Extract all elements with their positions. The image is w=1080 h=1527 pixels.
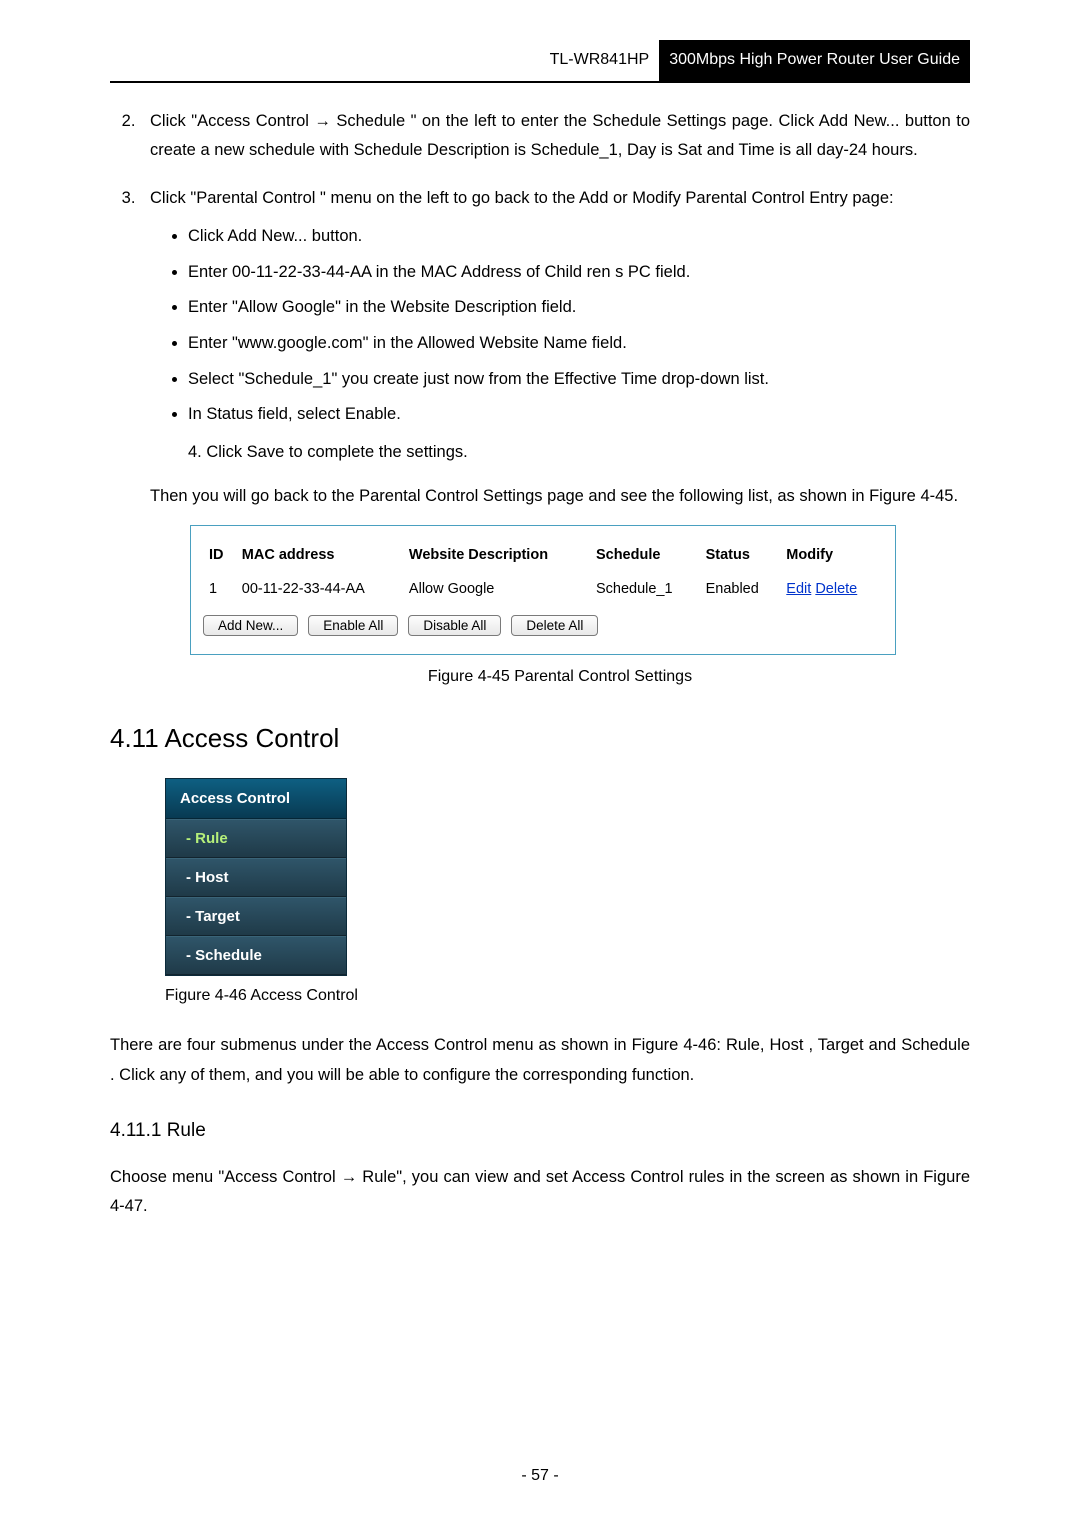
figure-46-caption: Figure 4-46 Access Control	[165, 982, 970, 1011]
bullet-3: Enter "Allow Google" in the Website Desc…	[188, 293, 970, 323]
bullet-5: Select "Schedule_1" you create just now …	[188, 365, 970, 395]
step-3-text: Click "Parental Control " menu on the le…	[150, 189, 894, 207]
table-buttons: Add New... Enable All Disable All Delete…	[203, 615, 883, 636]
subsection-heading: 4.11.1 Rule	[110, 1114, 970, 1148]
access-control-menu: Access Control - Rule - Host - Target - …	[165, 778, 347, 976]
disable-all-button[interactable]: Disable All	[408, 615, 501, 636]
menu-item-target[interactable]: - Target	[166, 897, 346, 936]
parental-control-table: ID MAC address Website Description Sched…	[190, 525, 896, 654]
step-3: Click "Parental Control " menu on the le…	[140, 184, 970, 691]
menu-header: Access Control	[166, 779, 346, 819]
delete-all-button[interactable]: Delete All	[511, 615, 598, 636]
rules-table: ID MAC address Website Description Sched…	[203, 538, 883, 606]
col-id: ID	[203, 538, 236, 572]
bullet-6: In Status field, select Enable.	[188, 400, 970, 430]
cell-id: 1	[203, 572, 236, 606]
add-new-button[interactable]: Add New...	[203, 615, 298, 636]
col-desc: Website Description	[403, 538, 590, 572]
cell-schedule: Schedule_1	[590, 572, 700, 606]
menu-item-host[interactable]: - Host	[166, 858, 346, 897]
step-3-bullets: Click Add New... button. Enter 00-11-22-…	[150, 222, 970, 430]
bullet-2: Enter 00-11-22-33-44-AA in the MAC Addre…	[188, 258, 970, 288]
delete-link[interactable]: Delete	[815, 581, 857, 597]
header-model: TL-WR841HP	[550, 40, 660, 81]
step-2: Click "Access Control → Schedule " on th…	[140, 107, 970, 166]
enable-all-button[interactable]: Enable All	[308, 615, 398, 636]
after-steps-text: Then you will go back to the Parental Co…	[150, 482, 970, 512]
table-header-row: ID MAC address Website Description Sched…	[203, 538, 883, 572]
col-mac: MAC address	[236, 538, 403, 572]
figure-45-caption: Figure 4-45 Parental Control Settings	[150, 663, 970, 692]
edit-link[interactable]: Edit	[786, 581, 811, 597]
document-page: TL-WR841HP 300Mbps High Power Router Use…	[0, 0, 1080, 1527]
table-row: 1 00-11-22-33-44-AA Allow Google Schedul…	[203, 572, 883, 606]
doc-header: TL-WR841HP 300Mbps High Power Router Use…	[110, 40, 970, 83]
menu-item-rule[interactable]: - Rule	[166, 819, 346, 858]
col-status: Status	[700, 538, 781, 572]
cell-mac: 00-11-22-33-44-AA	[236, 572, 403, 606]
menu-item-schedule[interactable]: - Schedule	[166, 936, 346, 975]
cell-modify: Edit Delete	[780, 572, 883, 606]
col-modify: Modify	[780, 538, 883, 572]
cell-desc: Allow Google	[403, 572, 590, 606]
col-schedule: Schedule	[590, 538, 700, 572]
header-title: 300Mbps High Power Router User Guide	[659, 40, 970, 81]
bullet-4: Enter "www.google.com" in the Allowed We…	[188, 329, 970, 359]
subsection-paragraph: Choose menu "Access Control → Rule", you…	[110, 1163, 970, 1222]
page-number: - 57 -	[0, 1462, 1080, 1491]
step-4: 4. Click Save to complete the settings.	[188, 438, 970, 468]
section-heading: 4.11 Access Control	[110, 715, 970, 762]
cell-status: Enabled	[700, 572, 781, 606]
section-paragraph: There are four submenus under the Access…	[110, 1031, 970, 1090]
steps-list: Click "Access Control → Schedule " on th…	[110, 107, 970, 692]
bullet-1: Click Add New... button.	[188, 222, 970, 252]
